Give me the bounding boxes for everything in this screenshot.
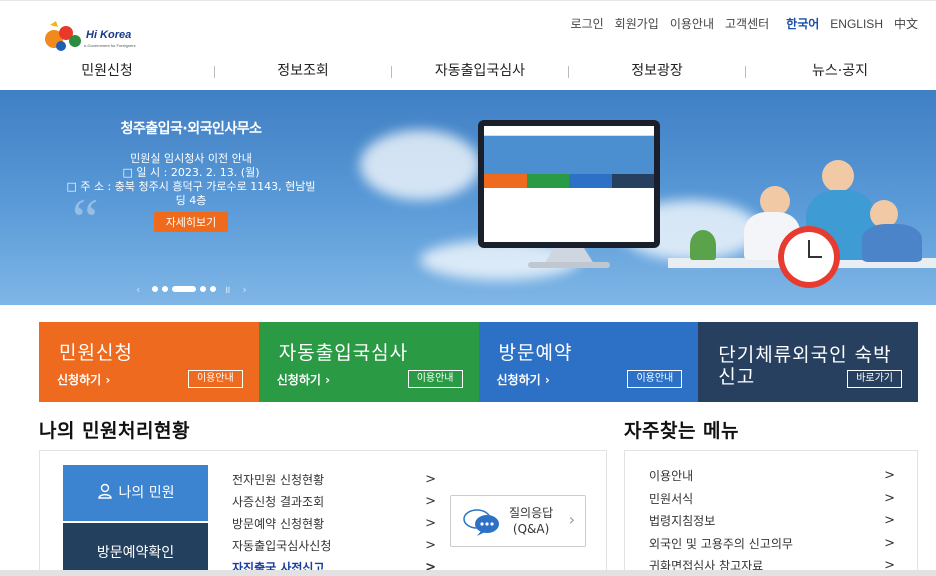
service-tiles: 민원신청 신청하기 › 이용안내 자동출입국심사 신청하기 › 이용안내 방문예… xyxy=(39,322,918,402)
hero-banner: “ 청주출입국·외국인사무소 민원실 임시청사 이전 안내 □ 일 시 : 20… xyxy=(0,90,936,305)
usage-guide-button[interactable]: 이용안내 xyxy=(187,370,243,388)
person-illustration xyxy=(822,160,854,192)
qa-button[interactable]: 질의응답 (Q&A) › xyxy=(450,495,586,547)
logo-subtitle: e-Government for Foreigners xyxy=(84,43,136,48)
hero-title: 청주출입국·외국인사무소 xyxy=(120,121,263,137)
next-slide-icon[interactable]: › xyxy=(242,283,246,296)
arrow-right-icon: > xyxy=(884,535,895,551)
apply-link[interactable]: 신청하기 › xyxy=(277,371,330,388)
horizontal-scrollbar[interactable] xyxy=(0,570,936,576)
slide-dot[interactable] xyxy=(152,286,159,292)
monitor-screen xyxy=(484,126,654,242)
hero-line: 민원실 임시청사 이전 안내 xyxy=(130,152,252,165)
plant-illustration xyxy=(690,230,716,260)
nav-civil-application[interactable]: 민원신청 xyxy=(0,59,214,85)
my-status-title: 나의 민원처리현황 xyxy=(39,420,190,442)
arrow-right-icon: > xyxy=(884,490,895,506)
tile-auto-immigration[interactable]: 자동출입국심사 신청하기 › 이용안내 xyxy=(258,322,479,402)
status-link-item[interactable]: 사증신청 결과조회 > xyxy=(232,491,436,513)
chevron-right-icon: › xyxy=(568,510,575,529)
nav-auto-immigration[interactable]: 자동출입국심사 xyxy=(392,59,568,85)
lang-chinese[interactable]: 中文 xyxy=(894,15,918,32)
arrow-right-icon: > xyxy=(425,472,436,487)
monitor-base xyxy=(528,262,610,268)
person-icon xyxy=(97,483,112,499)
hero-notice: 청주출입국·외국인사무소 민원실 임시청사 이전 안내 □ 일 시 : 2023… xyxy=(56,118,326,232)
nav-news-notice[interactable]: 뉴스·공지 xyxy=(746,59,934,85)
chevron-right-icon: › xyxy=(544,373,550,387)
status-links: 전자민원 신청현황 > 사증신청 결과조회 > 방문예약 신청현황 > 자동출입국심사… xyxy=(232,469,436,576)
hikorea-logo[interactable]: Hi Korea e-Government for Foreigners xyxy=(44,19,154,53)
cloud-decoration xyxy=(360,130,480,200)
site-header: Hi Korea e-Government for Foreigners 로그인… xyxy=(0,0,936,90)
alarm-clock-illustration xyxy=(778,226,840,288)
slide-dot-active[interactable] xyxy=(172,286,197,292)
customer-center-link[interactable]: 고객센터 xyxy=(725,15,769,32)
tile-civil-application[interactable]: 민원신청 신청하기 › 이용안내 xyxy=(39,322,259,402)
guide-link[interactable]: 이용안내 xyxy=(670,15,714,32)
main-nav: 민원신청 정보조회 자동출입국심사 정보광장 뉴스·공지 xyxy=(0,59,936,85)
slide-dot[interactable] xyxy=(162,286,169,292)
hero-line: □ 일 시 : 2023. 2. 13. (월) xyxy=(122,166,260,179)
prev-slide-icon[interactable]: ‹ xyxy=(136,283,140,296)
status-link-item[interactable]: 자동출입국심사신청 > xyxy=(232,535,436,557)
nav-info-plaza[interactable]: 정보광장 xyxy=(569,59,745,85)
chevron-right-icon: › xyxy=(105,373,111,387)
hero-line: 딩 4층 xyxy=(175,194,207,207)
logo-mark-icon xyxy=(45,21,81,51)
tile-title: 단기체류외국인 숙박 xyxy=(718,344,892,366)
usage-guide-button[interactable]: 이용안내 xyxy=(627,370,683,388)
usage-guide-button[interactable]: 이용안내 xyxy=(407,370,463,388)
lang-english[interactable]: ENGLISH xyxy=(830,17,883,31)
frequent-menu-item[interactable]: 법령지침정보 > xyxy=(649,510,895,533)
lang-korean[interactable]: 한국어 xyxy=(786,15,819,32)
monitor-illustration xyxy=(478,120,660,248)
my-civil-button[interactable]: 나의 민원 xyxy=(63,465,208,521)
tile-visit-reservation[interactable]: 방문예약 신청하기 › 이용안내 xyxy=(478,322,699,402)
arrow-right-icon: > xyxy=(425,538,436,553)
frequent-menu-title: 자주찾는 메뉴 xyxy=(624,420,739,442)
nav-info-search[interactable]: 정보조회 xyxy=(215,59,391,85)
hero-detail-button[interactable]: 자세히보기 xyxy=(153,212,229,232)
tile-short-stay-report[interactable]: 단기체류외국인 숙박 신고 바로가기 xyxy=(698,322,918,402)
qa-label: 질의응답 (Q&A) xyxy=(509,506,554,536)
status-link-item[interactable]: 전자민원 신청현황 > xyxy=(232,469,436,491)
apply-link[interactable]: 신청하기 › xyxy=(497,371,550,388)
frequent-menu-item[interactable]: 이용안내 > xyxy=(649,465,895,488)
pause-icon[interactable]: ॥ xyxy=(224,282,230,296)
frequent-menu-panel: 이용안내 > 민원서식 > 법령지침정보 > 외국인 및 고용주의 신고의무 > 귀화면… xyxy=(624,450,918,576)
arrow-right-icon: > xyxy=(884,468,895,483)
tile-title: 자동출입국심사 xyxy=(278,342,409,364)
login-link[interactable]: 로그인 xyxy=(571,15,604,32)
visit-reservation-check-button[interactable]: 방문예약확인 xyxy=(63,523,208,576)
person-illustration xyxy=(862,224,922,262)
tile-title: 방문예약 xyxy=(498,342,573,364)
status-link-item[interactable]: 방문예약 신청현황 > xyxy=(232,513,436,535)
banner-pager: ‹ ॥ › xyxy=(128,282,255,297)
go-button[interactable]: 바로가기 xyxy=(847,370,902,388)
arrow-right-icon: > xyxy=(425,516,436,531)
frequent-menu-item[interactable]: 민원서식 > xyxy=(649,488,895,511)
arrow-right-icon: > xyxy=(425,494,436,509)
apply-link[interactable]: 신청하기 › xyxy=(57,371,110,388)
slide-dot[interactable] xyxy=(210,286,217,292)
chevron-right-icon: › xyxy=(325,373,331,387)
arrow-right-icon: > xyxy=(884,513,895,528)
signup-link[interactable]: 회원가입 xyxy=(615,15,659,32)
tile-title: 민원신청 xyxy=(59,342,133,364)
hero-line: □ 주 소 : 충북 청주시 흥덕구 가로수로 1143, 현남빌 xyxy=(66,180,316,193)
utility-links: 로그인 회원가입 이용안내 고객센터 한국어 ENGLISH 中文 xyxy=(560,15,918,32)
logo-word: Hi Korea xyxy=(86,29,132,41)
my-status-panel: 나의 민원 방문예약확인 전자민원 신청현황 > 사증신청 결과조회 > 방문예약 … xyxy=(39,450,607,576)
frequent-menu-item[interactable]: 외국인 및 고용주의 신고의무 > xyxy=(649,533,895,556)
chat-bubble-icon xyxy=(463,509,499,536)
slide-dot[interactable] xyxy=(200,286,207,292)
